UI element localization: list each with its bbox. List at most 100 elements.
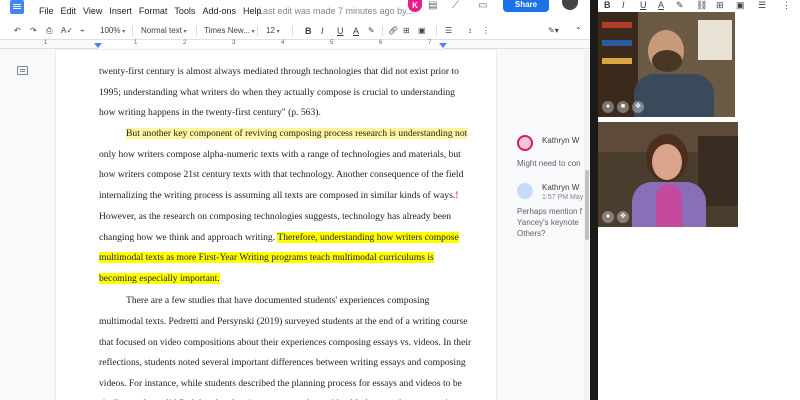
comment-history-icon[interactable]: ▤ xyxy=(428,0,437,11)
ruler-number: 1 xyxy=(134,40,138,46)
more-options-icon[interactable]: ⋮ xyxy=(782,0,791,11)
redo-icon[interactable]: ↷ xyxy=(30,25,37,37)
text-run: internalizing the writing process is ass… xyxy=(99,190,456,201)
comment-text: Others? xyxy=(517,229,546,238)
document-line[interactable]: that focused on video compositions about… xyxy=(99,337,471,348)
secondary-format-bar: B I U A ✎ ⛓ ⊞ ▣ ☰ ⋮ xyxy=(598,0,800,12)
line-spacing-icon[interactable]: ↕ xyxy=(468,25,472,37)
ruler-text-area xyxy=(98,40,443,49)
pin-icon[interactable]: ✥ xyxy=(632,101,644,113)
editing-mode-icon[interactable]: ✎▾ xyxy=(548,25,559,37)
participant-top xyxy=(656,184,682,227)
activity-trend-icon[interactable]: ⟋ xyxy=(452,0,459,11)
docs-logo-icon[interactable] xyxy=(10,0,24,14)
document-line[interactable]: multimodal texts. Pedretti and Persynski… xyxy=(99,316,468,327)
document-line[interactable]: However, as the research on composing te… xyxy=(99,211,451,222)
menu-view[interactable]: View xyxy=(83,6,102,16)
text-run: There are a few studies that have docume… xyxy=(126,295,430,306)
highlighted-text: But another key component of reviving co… xyxy=(126,128,468,139)
document-line[interactable]: videos. For instance, while students des… xyxy=(99,378,462,389)
menu-tools[interactable]: Tools xyxy=(174,6,195,16)
document-line[interactable]: reflections, students noted several impo… xyxy=(99,357,466,368)
text-run: how writing happens in the twenty-first … xyxy=(99,107,321,118)
menu-addons[interactable]: Add-ons xyxy=(202,6,236,16)
underline-button[interactable]: U xyxy=(337,25,344,38)
document-line[interactable]: 1995; understanding what writers do when… xyxy=(99,87,455,98)
link-icon[interactable]: ⛓ xyxy=(696,0,707,11)
collapse-toolbar-icon[interactable]: ⌃ xyxy=(575,25,582,37)
text-run: multimodal texts. Pedretti and Persynski… xyxy=(99,316,468,327)
document-outline-icon[interactable] xyxy=(17,66,28,75)
ruler-number: 3 xyxy=(232,40,236,46)
underline-button[interactable]: U xyxy=(640,0,647,10)
left-indent-marker[interactable] xyxy=(94,43,102,48)
comment-text: Perhaps mention f xyxy=(517,207,582,216)
commenter-avatar xyxy=(517,183,533,199)
menu-format[interactable]: Format xyxy=(139,6,168,16)
collaborator-avatar[interactable]: K xyxy=(408,0,422,12)
account-avatar[interactable] xyxy=(562,0,578,10)
italic-button[interactable]: I xyxy=(622,0,625,10)
toolbar-divider xyxy=(436,26,437,36)
link-icon[interactable]: 🔗︎ xyxy=(388,25,398,37)
align-left-icon[interactable]: ☰ xyxy=(758,0,766,11)
font-size-select[interactable]: 12 xyxy=(266,25,280,38)
add-comment-icon[interactable]: ⊞ xyxy=(716,0,724,11)
document-line[interactable]: twenty-first century is almost always me… xyxy=(99,66,459,77)
mic-icon[interactable]: ● xyxy=(602,211,614,223)
document-line[interactable]: how writers compose 21st century texts w… xyxy=(99,169,463,180)
more-options-icon[interactable]: ⋮ xyxy=(482,25,490,37)
video-tile-participant-1[interactable]: ● ■ ✥ xyxy=(598,12,735,117)
underline-label: U xyxy=(337,26,344,36)
document-line[interactable]: internalizing the writing process is ass… xyxy=(99,190,458,201)
highlighted-text: multimodal texts as more First-Year Writ… xyxy=(99,252,434,263)
spellcheck-icon[interactable]: A✓ xyxy=(61,25,73,37)
pin-icon[interactable]: ✥ xyxy=(617,211,629,223)
text-run: twenty-first century is almost always me… xyxy=(99,66,459,77)
document-line[interactable]: how writing happens in the twenty-first … xyxy=(99,107,321,118)
menu-file[interactable]: File xyxy=(39,6,54,16)
ruler[interactable]: 1 1 2 3 4 5 6 7 xyxy=(0,40,590,49)
style-select[interactable]: Normal text xyxy=(141,25,187,38)
comments-icon[interactable]: ▭ xyxy=(478,0,487,11)
bold-button[interactable]: B xyxy=(604,0,611,10)
text-run: changing how we think and approach writi… xyxy=(99,232,278,243)
zoom-select[interactable]: 100% xyxy=(100,25,125,38)
window-light xyxy=(698,20,732,60)
document-line[interactable]: But another key component of reviving co… xyxy=(126,128,468,139)
text-color-button[interactable]: A xyxy=(353,25,359,38)
mic-icon[interactable]: ● xyxy=(602,101,614,113)
participant-shirt xyxy=(634,74,714,117)
menu-insert[interactable]: Insert xyxy=(109,6,132,16)
right-indent-marker[interactable] xyxy=(439,43,447,48)
highlight-pen-icon[interactable]: ✎ xyxy=(676,0,684,11)
document-line[interactable]: multimodal texts as more First-Year Writ… xyxy=(99,252,434,263)
scrollbar-thumb[interactable] xyxy=(585,170,589,240)
last-edit-link[interactable]: Last edit was made 7 minutes ago by... xyxy=(258,6,413,16)
highlight-pen-icon[interactable]: ✎ xyxy=(368,25,375,37)
bold-button[interactable]: B xyxy=(305,25,312,38)
undo-icon[interactable]: ↶ xyxy=(14,25,21,37)
menu-edit[interactable]: Edit xyxy=(61,6,77,16)
print-icon[interactable]: ⎙ xyxy=(46,25,52,37)
align-left-icon[interactable]: ☰ xyxy=(445,25,452,37)
text-color-button[interactable]: A xyxy=(658,0,664,10)
italic-button[interactable]: I xyxy=(321,25,324,38)
document-line[interactable]: becoming especially important. xyxy=(99,273,220,284)
ruler-number: 5 xyxy=(330,40,334,46)
insert-image-icon[interactable]: ▣ xyxy=(418,25,426,37)
comment-text: Might need to con xyxy=(517,159,581,168)
document-line[interactable]: changing how we think and approach writi… xyxy=(99,232,459,243)
menu-list: File Edit View Insert Format Tools Add-o… xyxy=(39,6,268,16)
share-button[interactable]: Share xyxy=(503,0,549,12)
font-select[interactable]: Times New... xyxy=(204,25,255,38)
document-line[interactable]: only how writers compose alpha-numeric t… xyxy=(99,149,461,160)
paint-format-icon[interactable]: ⌁ xyxy=(80,25,85,37)
video-tile-participant-2[interactable]: ● ✥ xyxy=(598,122,738,227)
add-comment-icon[interactable]: ⊞ xyxy=(403,25,410,37)
docs-window: File Edit View Insert Format Tools Add-o… xyxy=(0,0,590,400)
insert-image-icon[interactable]: ▣ xyxy=(736,0,745,11)
book-row xyxy=(602,22,632,28)
camera-icon[interactable]: ■ xyxy=(617,101,629,113)
document-line[interactable]: There are a few studies that have docume… xyxy=(126,295,429,306)
